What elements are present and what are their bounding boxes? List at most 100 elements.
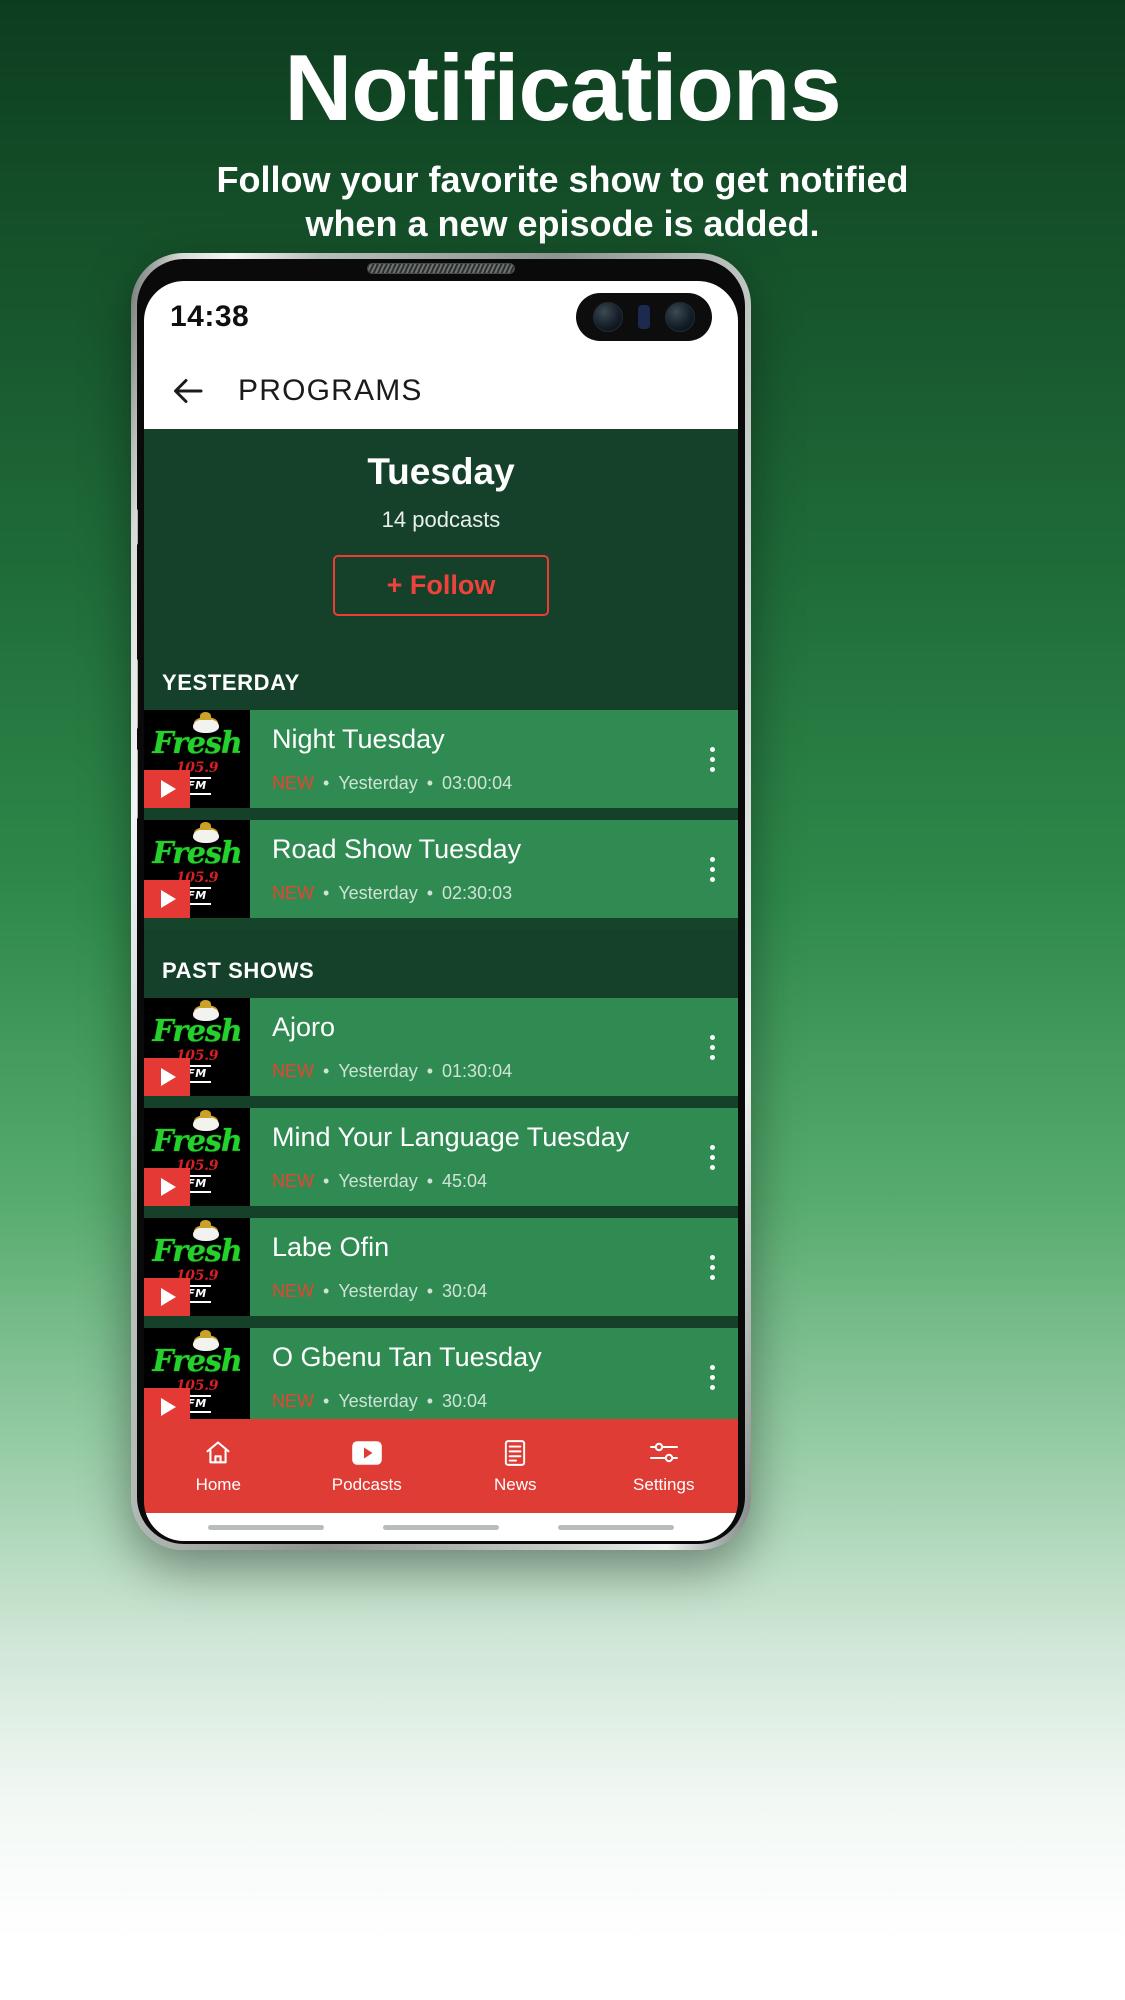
promo-subtitle-line-2: when a new episode is added. [305, 202, 820, 244]
podcast-item-body: Night Tuesday NEW • Yesterday • 03:00:04 [250, 710, 686, 808]
podcast-thumbnail: Fresh 105.9 FM [144, 820, 250, 918]
podcast-date: Yesterday [338, 773, 418, 793]
meta-separator: • [426, 1281, 434, 1301]
podcast-thumbnail: Fresh 105.9 FM [144, 1328, 250, 1419]
status-badge-new: NEW [272, 1281, 314, 1301]
gesture-bar-segment [558, 1524, 675, 1530]
follow-button[interactable]: + Follow [332, 555, 550, 616]
kebab-menu-icon[interactable] [686, 710, 738, 808]
podcast-item-body: Labe Ofin NEW • Yesterday • 30:04 [250, 1218, 686, 1316]
podcast-item-body: Ajoro NEW • Yesterday • 01:30:04 [250, 998, 686, 1096]
news-document-icon [502, 1438, 528, 1468]
meta-separator: • [323, 883, 330, 903]
podcast-duration: 01:30:04 [442, 1061, 513, 1081]
play-icon[interactable] [144, 770, 190, 808]
station-logo-name: Fresh [152, 1330, 243, 1377]
podcast-list-item[interactable]: Fresh 105.9 FM Night Tuesday NEW • Yeste… [144, 710, 738, 808]
podcast-title: Ajoro [272, 1012, 336, 1042]
podcast-thumbnail: Fresh 105.9 FM [144, 710, 250, 808]
gesture-bar-segment [207, 1524, 324, 1530]
nav-label-home: Home [195, 1474, 241, 1494]
station-logo-name: Fresh [152, 1220, 243, 1267]
status-badge-new: NEW [272, 1391, 314, 1411]
podcast-title: Mind Your Language Tuesday [272, 1122, 630, 1152]
podcast-title: Night Tuesday [272, 724, 445, 754]
podcast-list-item[interactable]: Fresh 105.9 FM O Gbenu Tan Tuesday NEW • [144, 1328, 738, 1419]
podcast-title: Labe Ofin [272, 1232, 390, 1262]
nav-item-settings[interactable]: Settings [590, 1438, 739, 1495]
kebab-menu-icon[interactable] [686, 1108, 738, 1206]
nav-item-home[interactable]: Home [144, 1438, 293, 1495]
podcast-title: Road Show Tuesday [272, 834, 522, 864]
bottom-navigation-bar: Home Podcasts News Settings [144, 1419, 738, 1513]
phone-screen: 14:38 PROGRAMS Tuesday 14 podcasts + Fol… [144, 281, 738, 1541]
program-day-title: Tuesday [367, 451, 515, 492]
podcast-list-item[interactable]: Fresh 105.9 FM Ajoro NEW • Yesterday • 0… [144, 998, 738, 1096]
status-badge-new: NEW [272, 1171, 314, 1191]
promo-header: Notifications Follow your favorite show … [0, 0, 1125, 246]
play-icon[interactable] [144, 1388, 190, 1419]
kebab-menu-icon[interactable] [686, 820, 738, 918]
podcast-meta: NEW • Yesterday • 02:30:03 [272, 883, 686, 904]
camera-lens-left-icon [592, 302, 623, 332]
podcast-thumbnail: Fresh 105.9 FM [144, 998, 250, 1096]
podcast-duration: 30:04 [442, 1391, 488, 1411]
podcast-duration: 30:04 [442, 1281, 488, 1301]
kebab-menu-icon[interactable] [686, 998, 738, 1096]
phone-side-button-volume-down [137, 749, 138, 819]
podcast-date: Yesterday [338, 883, 418, 903]
podcast-item-body: Mind Your Language Tuesday NEW • Yesterd… [250, 1108, 686, 1206]
play-icon[interactable] [144, 1058, 190, 1096]
sliders-settings-icon [649, 1438, 679, 1468]
play-icon[interactable] [144, 880, 190, 918]
status-bar: 14:38 [144, 281, 738, 353]
play-icon[interactable] [144, 1278, 190, 1316]
meta-separator: • [426, 883, 434, 903]
podcast-list-item[interactable]: Fresh 105.9 FM Mind Your Language Tuesda… [144, 1108, 738, 1206]
podcast-list-item[interactable]: Fresh 105.9 FM Road Show Tuesday NEW • Y… [144, 820, 738, 918]
section-header-past-shows: PAST SHOWS [144, 930, 738, 998]
podcast-meta: NEW • Yesterday • 30:04 [272, 1391, 686, 1412]
podcast-thumbnail: Fresh 105.9 FM [144, 1108, 250, 1206]
phone-side-button-mute [137, 509, 138, 545]
play-icon[interactable] [144, 1168, 190, 1206]
meta-separator: • [426, 773, 434, 793]
camera-sensor-icon [637, 305, 650, 329]
page-title: PROGRAMS [238, 374, 423, 407]
program-podcast-count: 14 podcasts [381, 507, 501, 532]
kebab-menu-icon[interactable] [686, 1218, 738, 1316]
podcast-duration: 03:00:04 [442, 773, 513, 793]
kebab-menu-icon[interactable] [686, 1328, 738, 1419]
nav-item-podcasts[interactable]: Podcasts [293, 1438, 442, 1495]
podcast-meta: NEW • Yesterday • 01:30:04 [272, 1061, 686, 1082]
station-logo-name: Fresh [152, 1000, 243, 1047]
meta-separator: • [426, 1391, 434, 1411]
podcast-play-icon [351, 1438, 383, 1468]
meta-separator: • [323, 1281, 330, 1301]
nav-item-news[interactable]: News [441, 1438, 590, 1495]
podcast-date: Yesterday [338, 1391, 418, 1411]
phone-bezel: 14:38 PROGRAMS Tuesday 14 podcasts + Fol… [137, 259, 745, 1544]
podcast-list-item[interactable]: Fresh 105.9 FM Labe Ofin NEW • Yesterday… [144, 1218, 738, 1316]
podcast-title: O Gbenu Tan Tuesday [272, 1342, 542, 1372]
station-logo-name: Fresh [152, 712, 243, 759]
earpiece-speaker-icon [367, 263, 515, 274]
program-hero: Tuesday 14 podcasts + Follow [144, 429, 738, 642]
promo-title: Notifications [284, 35, 841, 140]
meta-separator: • [323, 773, 330, 793]
podcast-item-body: O Gbenu Tan Tuesday NEW • Yesterday • 30… [250, 1328, 686, 1419]
podcast-thumbnail: Fresh 105.9 FM [144, 1218, 250, 1316]
station-logo-name: Fresh [152, 1110, 243, 1157]
podcast-item-body: Road Show Tuesday NEW • Yesterday • 02:3… [250, 820, 686, 918]
arrow-left-icon[interactable] [170, 372, 208, 410]
section-header-yesterday: YESTERDAY [144, 642, 738, 710]
gesture-bar-segment [382, 1524, 499, 1530]
phone-mockup: 14:38 PROGRAMS Tuesday 14 podcasts + Fol… [131, 253, 751, 1550]
podcast-date: Yesterday [338, 1061, 418, 1081]
home-gesture-bar[interactable] [144, 1513, 738, 1541]
home-icon [204, 1438, 232, 1468]
podcast-meta: NEW • Yesterday • 03:00:04 [272, 773, 686, 794]
meta-separator: • [426, 1171, 434, 1191]
status-badge-new: NEW [272, 773, 314, 793]
podcast-meta: NEW • Yesterday • 30:04 [272, 1281, 686, 1302]
